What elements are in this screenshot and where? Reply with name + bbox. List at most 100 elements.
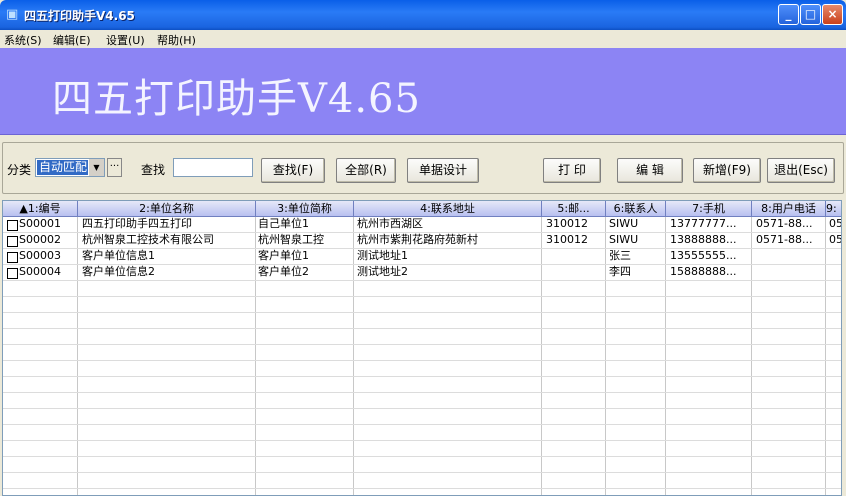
grid-line	[3, 392, 841, 393]
cell-contact: SIWU	[609, 217, 639, 230]
exit-button[interactable]: 退出(Esc)	[767, 158, 835, 183]
search-input[interactable]	[173, 158, 253, 177]
grid-line	[3, 296, 841, 297]
cell-short-name: 客户单位1	[258, 249, 309, 262]
ellipsis-button[interactable]: ···	[107, 158, 122, 177]
grid-line	[3, 424, 841, 425]
cell-id: S00001	[19, 217, 61, 230]
cell-col9: 05	[829, 217, 842, 230]
column-header-contact[interactable]: 6:联系人	[606, 201, 666, 217]
menu-settings[interactable]: 设置(U)	[106, 32, 145, 48]
cell-id: S00003	[19, 249, 61, 262]
category-select[interactable]: 自动匹配 ▼	[35, 158, 105, 177]
search-label: 查找	[141, 163, 166, 177]
menu-help[interactable]: 帮助(H)	[157, 32, 196, 48]
cell-mobile: 13888888...	[670, 233, 737, 246]
menu-edit[interactable]: 编辑(E)	[53, 32, 91, 48]
cell-phone: 0571-88...	[756, 233, 813, 246]
cell-postcode: 310012	[546, 217, 588, 230]
category-value: 自动匹配	[37, 160, 90, 175]
print-button[interactable]: 打 印	[543, 158, 601, 183]
cell-address: 杭州市紫荆花路府苑新村	[357, 233, 478, 246]
row-checkbox[interactable]	[7, 236, 18, 247]
banner: 四五打印助手V4.65	[0, 48, 846, 135]
menu-system[interactable]: 系统(S)	[4, 32, 42, 48]
banner-title: 四五打印助手V4.65	[52, 76, 421, 122]
column-header-phone[interactable]: 8:用户电话	[752, 201, 826, 217]
cell-postcode	[546, 249, 604, 263]
cell-company-name: 客户单位信息2	[82, 265, 155, 278]
row-checkbox[interactable]	[7, 268, 18, 279]
column-header-mobile[interactable]: 7:手机	[666, 201, 752, 217]
grid-line	[3, 312, 841, 313]
cell-short-name: 客户单位2	[258, 265, 309, 278]
grid-line	[3, 488, 841, 489]
column-header-9[interactable]: 9:	[826, 201, 841, 217]
cell-col9: 05	[829, 233, 842, 246]
grid-line	[77, 217, 78, 495]
cell-address: 杭州市西湖区	[357, 217, 423, 230]
grid-line	[3, 456, 841, 457]
cell-mobile: 13777777...	[670, 217, 737, 230]
grid-line	[3, 280, 841, 281]
grid-line	[3, 376, 841, 377]
find-button[interactable]: 查找(F)	[261, 158, 325, 183]
grid-line	[3, 328, 841, 329]
category-label: 分类	[7, 163, 32, 177]
cell-phone	[756, 249, 824, 263]
row-checkbox[interactable]	[7, 220, 18, 231]
grid-line	[3, 344, 841, 345]
form-design-button[interactable]: 单据设计	[407, 158, 479, 183]
cell-company-name: 四五打印助手四五打印	[82, 217, 192, 230]
maximize-button[interactable]: □	[800, 4, 821, 25]
minimize-button[interactable]: _	[778, 4, 799, 25]
grid-line	[3, 360, 841, 361]
toolbar: 分类 自动匹配 ▼ ··· 查找 查找(F) 全部(R) 单据设计 打 印 编 …	[2, 142, 844, 194]
app-icon: ▣	[6, 7, 19, 22]
cell-mobile: 15888888...	[670, 265, 737, 278]
cell-contact: 张三	[609, 249, 631, 262]
grid-line	[605, 217, 606, 495]
cell-company-name: 客户单位信息1	[82, 249, 155, 262]
column-header-company-name[interactable]: 2:单位名称	[78, 201, 256, 217]
cell-phone	[756, 265, 824, 279]
column-header-postcode[interactable]: 5:邮...	[542, 201, 606, 217]
cell-short-name: 自己单位1	[258, 217, 309, 230]
cell-mobile: 13555555...	[670, 249, 737, 262]
add-button[interactable]: 新增(F9)	[693, 158, 761, 183]
cell-address: 测试地址1	[357, 249, 408, 262]
window-title: 四五打印助手V4.65	[24, 9, 135, 23]
all-button[interactable]: 全部(R)	[336, 158, 396, 183]
cell-col9	[829, 265, 841, 279]
data-grid[interactable]: ▲1:编号 2:单位名称 3:单位简称 4:联系地址 5:邮... 6:联系人 …	[2, 200, 842, 496]
grid-line	[751, 217, 752, 495]
grid-line	[255, 217, 256, 495]
grid-line	[665, 217, 666, 495]
column-header-short-name[interactable]: 3:单位简称	[256, 201, 354, 217]
cell-address: 测试地址2	[357, 265, 408, 278]
column-header-address[interactable]: 4:联系地址	[354, 201, 542, 217]
chevron-down-icon[interactable]: ▼	[88, 159, 104, 176]
menu-bar: 系统(S) 编辑(E) 设置(U) 帮助(H)	[0, 30, 846, 48]
column-header-id[interactable]: ▲1:编号	[3, 201, 78, 217]
edit-button[interactable]: 编 辑	[617, 158, 683, 183]
cell-short-name: 杭州智泉工控	[258, 233, 324, 246]
grid-line	[3, 440, 841, 441]
grid-line	[825, 217, 826, 495]
close-button[interactable]: ×	[822, 4, 843, 25]
title-bar: ▣ 四五打印助手V4.65 _ □ ×	[0, 0, 846, 30]
cell-postcode: 310012	[546, 233, 588, 246]
cell-company-name: 杭州智泉工控技术有限公司	[82, 233, 214, 246]
cell-contact: 李四	[609, 265, 631, 278]
cell-id: S00004	[19, 265, 61, 278]
cell-contact: SIWU	[609, 233, 639, 246]
cell-postcode	[546, 265, 604, 279]
grid-line	[353, 217, 354, 495]
grid-line	[3, 408, 841, 409]
cell-id: S00002	[19, 233, 61, 246]
cell-phone: 0571-88...	[756, 217, 813, 230]
row-checkbox[interactable]	[7, 252, 18, 263]
cell-col9	[829, 249, 841, 263]
grid-line	[541, 217, 542, 495]
grid-line	[3, 472, 841, 473]
